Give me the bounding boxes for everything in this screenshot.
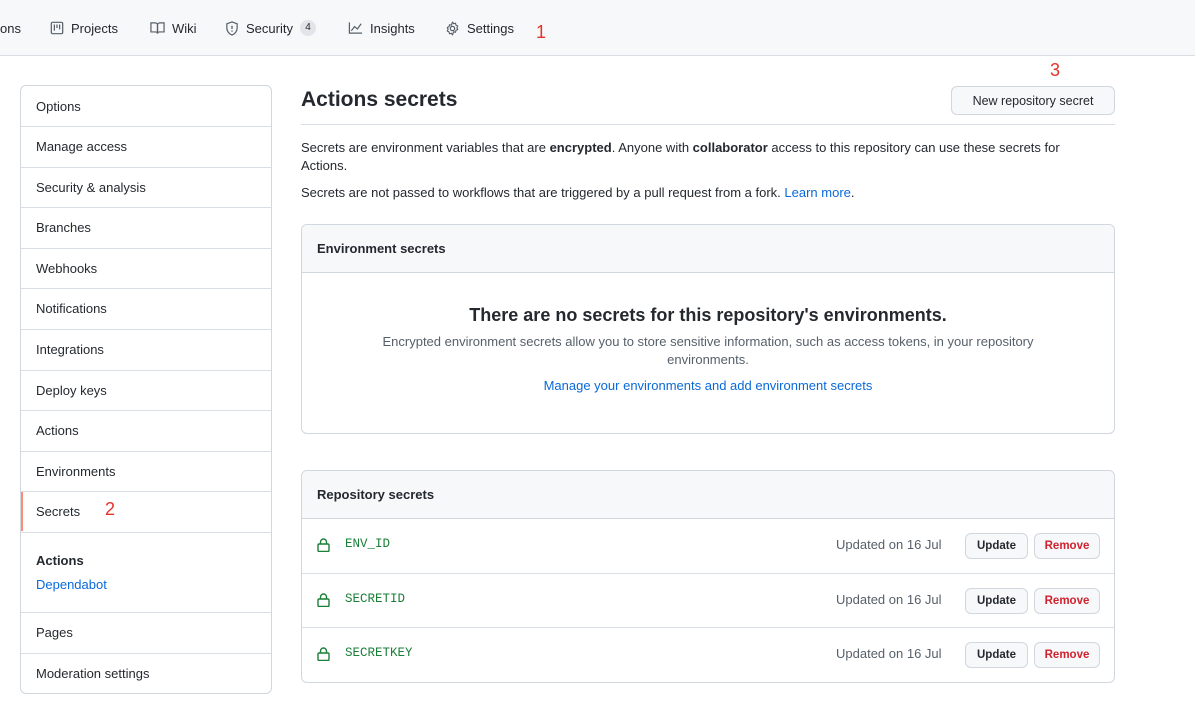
- sidebar-item-label: Security & analysis: [36, 180, 146, 195]
- graph-icon: [348, 22, 363, 34]
- nav-tab-settings[interactable]: Settings: [445, 0, 514, 56]
- fork-note-period: .: [850, 185, 855, 200]
- sidebar-group-actions: Actions Dependabot: [21, 532, 271, 612]
- fork-note: Secrets are not passed to workflows that…: [301, 184, 1101, 202]
- new-repository-secret-button[interactable]: New repository secret: [951, 86, 1115, 115]
- nav-tab-label: Wiki: [172, 20, 197, 36]
- remove-secret-button[interactable]: Remove: [1034, 533, 1100, 559]
- lock-icon: [317, 593, 330, 607]
- manage-environments-link-text[interactable]: Manage your environments and add environ…: [544, 378, 873, 393]
- description-text: Secrets are environment variables that a…: [301, 140, 550, 155]
- security-count-badge: 4: [299, 20, 316, 36]
- secret-updated-date: Updated on 16 Jul: [836, 646, 942, 661]
- sidebar-item-actions[interactable]: Actions: [21, 410, 271, 450]
- description-text: . Anyone with: [611, 140, 693, 155]
- sidebar-item-label: Environments: [36, 464, 116, 479]
- repo-nav: ons Projects Wiki Security 4 Insights Se…: [0, 0, 1195, 56]
- secret-name: SECRETKEY: [345, 646, 413, 660]
- update-secret-button[interactable]: Update: [965, 533, 1028, 559]
- sidebar-item-label: Notifications: [36, 301, 107, 316]
- nav-tab-label: Insights: [370, 20, 415, 36]
- sidebar-item-integrations[interactable]: Integrations: [21, 329, 271, 369]
- title-divider: [301, 124, 1115, 125]
- secrets-description: Secrets are environment variables that a…: [301, 139, 1101, 175]
- sidebar-item-label: Branches: [36, 220, 91, 235]
- sidebar-item-security-analysis[interactable]: Security & analysis: [21, 167, 271, 207]
- project-icon: [50, 21, 64, 35]
- nav-tab-label: Security: [246, 20, 293, 36]
- nav-tab-actions[interactable]: ons: [0, 0, 21, 56]
- sidebar-item-label: Integrations: [36, 342, 104, 357]
- nav-tab-label: Projects: [71, 20, 118, 36]
- description-bold-encrypted: encrypted: [549, 140, 612, 155]
- shield-icon: [226, 20, 238, 36]
- sidebar-item-webhooks[interactable]: Webhooks: [21, 248, 271, 288]
- fork-note-text: Secrets are not passed to workflows that…: [301, 185, 785, 200]
- settings-sidebar: Options Manage access Security & analysi…: [20, 85, 272, 694]
- annotation-marker-1: 1: [536, 22, 547, 42]
- lock-icon: [317, 538, 330, 552]
- secret-name: SECRETID: [345, 592, 406, 606]
- sidebar-item-label: Webhooks: [36, 261, 98, 276]
- book-icon: [150, 22, 165, 34]
- sidebar-item-moderation-settings[interactable]: Moderation settings: [21, 653, 271, 693]
- sidebar-item-label: Options: [36, 98, 81, 114]
- description-bold-collaborator: collaborator: [692, 140, 768, 155]
- sidebar-item-label: Secrets: [36, 504, 81, 519]
- environment-secrets-header: Environment secrets: [302, 225, 1114, 273]
- table-row: ENV_ID Updated on 16 Jul Update Remove: [302, 519, 1114, 573]
- manage-environments-link: Manage your environments and add environ…: [302, 378, 1114, 393]
- sidebar-item-label: Pages: [36, 625, 73, 640]
- sidebar-item-branches[interactable]: Branches: [21, 207, 271, 247]
- gear-icon: [446, 21, 459, 35]
- environment-secrets-box: Environment secrets There are no secrets…: [301, 224, 1115, 434]
- repository-secrets-box: Repository secrets ENV_ID Updated on 16 …: [301, 470, 1115, 683]
- sidebar-item-pages[interactable]: Pages: [21, 612, 271, 652]
- sidebar-group-title: Actions: [36, 553, 84, 568]
- remove-secret-button[interactable]: Remove: [1034, 642, 1100, 668]
- annotation-marker-3: 3: [1050, 60, 1061, 80]
- secret-updated-date: Updated on 16 Jul: [836, 537, 942, 552]
- sidebar-item-secrets[interactable]: Secrets 2: [21, 491, 271, 531]
- sidebar-item-label: Moderation settings: [36, 666, 150, 681]
- update-secret-button[interactable]: Update: [965, 588, 1028, 614]
- nav-tab-projects[interactable]: Projects: [50, 0, 118, 56]
- sidebar-item-deploy-keys[interactable]: Deploy keys: [21, 370, 271, 410]
- nav-tab-insights[interactable]: Insights: [348, 0, 415, 56]
- sidebar-item-environments[interactable]: Environments: [21, 451, 271, 491]
- sidebar-item-notifications[interactable]: Notifications: [21, 288, 271, 328]
- remove-secret-button[interactable]: Remove: [1034, 588, 1100, 614]
- page-title: Actions secrets: [301, 88, 458, 111]
- repository-secrets-header: Repository secrets: [302, 471, 1114, 519]
- update-secret-button[interactable]: Update: [965, 642, 1028, 668]
- sidebar-item-options[interactable]: Options: [21, 86, 271, 126]
- sidebar-item-label: Manage access: [36, 139, 128, 154]
- table-row: SECRETID Updated on 16 Jul Update Remove: [302, 573, 1114, 627]
- blank-state-title: There are no secrets for this repository…: [469, 305, 947, 325]
- sidebar-item-label: Actions: [36, 423, 79, 438]
- nav-tab-security[interactable]: Security 4: [225, 0, 316, 56]
- blank-state-description: Encrypted environment secrets allow you …: [382, 334, 1034, 367]
- secret-name: ENV_ID: [345, 537, 391, 551]
- sidebar-item-manage-access[interactable]: Manage access: [21, 126, 271, 166]
- learn-more-link[interactable]: Learn more: [784, 185, 850, 200]
- table-row: SECRETKEY Updated on 16 Jul Update Remov…: [302, 627, 1114, 682]
- lock-icon: [317, 647, 330, 661]
- nav-tab-wiki[interactable]: Wiki: [150, 0, 197, 56]
- nav-tab-label: Settings: [467, 20, 514, 36]
- sidebar-item-label: Deploy keys: [36, 383, 107, 398]
- annotation-marker-2: 2: [105, 499, 116, 519]
- nav-tab-label: ons: [0, 20, 21, 36]
- secret-updated-date: Updated on 16 Jul: [836, 592, 942, 607]
- sidebar-link-dependabot[interactable]: Dependabot: [36, 577, 107, 592]
